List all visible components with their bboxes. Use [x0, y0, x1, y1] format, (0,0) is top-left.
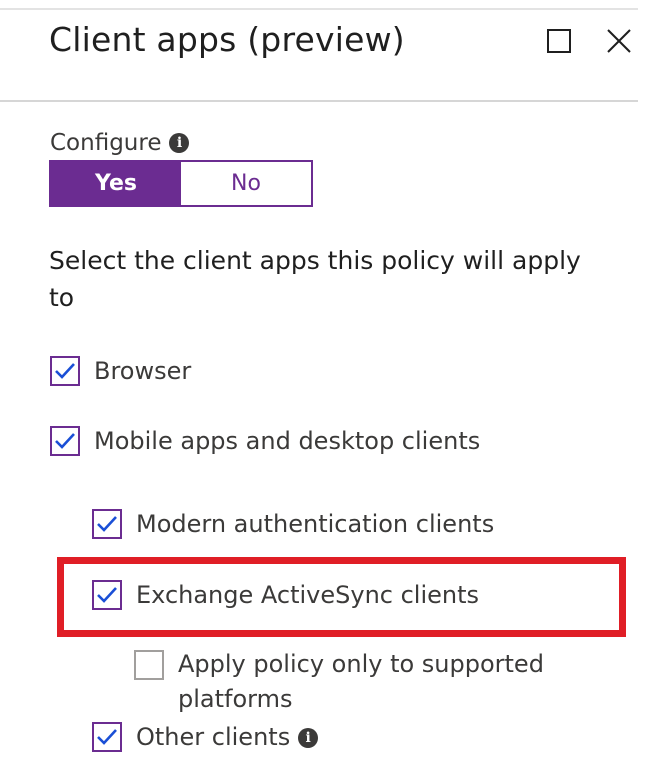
supported-platforms-label: Apply policy only to supported platforms [178, 650, 544, 713]
configure-no-option[interactable]: No [181, 162, 311, 205]
close-button[interactable] [604, 24, 634, 58]
maximize-icon [547, 29, 571, 53]
close-icon [607, 29, 631, 53]
modern-auth-label: Modern authentication clients [136, 510, 495, 538]
other-clients-label: Other clients i [136, 722, 319, 752]
checkmark-icon [97, 587, 117, 603]
browser-label: Browser [94, 357, 192, 385]
browser-row: Browser [50, 356, 191, 386]
other-clients-label-text: Other clients [136, 723, 291, 751]
modern-auth-checkbox[interactable] [92, 509, 122, 539]
info-icon[interactable]: i [169, 133, 190, 153]
modern-auth-row: Modern authentication clients [92, 509, 494, 539]
other-clients-checkbox[interactable] [92, 722, 122, 752]
configure-yes-option[interactable]: Yes [51, 162, 181, 205]
other-clients-row: Other clients i [92, 722, 319, 752]
exchange-activesync-label: Exchange ActiveSync clients [136, 581, 480, 609]
maximize-button[interactable] [544, 24, 574, 58]
supported-platforms-checkbox[interactable] [134, 650, 164, 680]
panel-title: Client apps (preview) [49, 20, 405, 59]
mobile-desktop-row: Mobile apps and desktop clients [50, 426, 480, 456]
checkmark-icon [97, 516, 117, 532]
client-apps-panel: Client apps (preview) Configure i Yes No… [0, 0, 663, 768]
mobile-desktop-label: Mobile apps and desktop clients [94, 427, 481, 455]
checkmark-icon [55, 433, 75, 449]
mobile-desktop-checkbox[interactable] [50, 426, 80, 456]
checkmark-icon [97, 729, 117, 745]
supported-platforms-row: Apply policy only to supported platforms [134, 650, 564, 717]
client-apps-description: Select the client apps this policy will … [49, 246, 581, 312]
exchange-activesync-row: Exchange ActiveSync clients [92, 580, 479, 610]
header-divider [0, 100, 638, 102]
top-divider [0, 8, 638, 10]
exchange-activesync-checkbox[interactable] [92, 580, 122, 610]
configure-label-text: Configure [50, 130, 162, 156]
browser-checkbox[interactable] [50, 356, 80, 386]
other-clients-info-icon[interactable]: i [298, 728, 319, 748]
checkmark-icon [55, 363, 75, 379]
configure-label: Configure i [50, 130, 190, 156]
configure-toggle: Yes No [49, 160, 313, 207]
